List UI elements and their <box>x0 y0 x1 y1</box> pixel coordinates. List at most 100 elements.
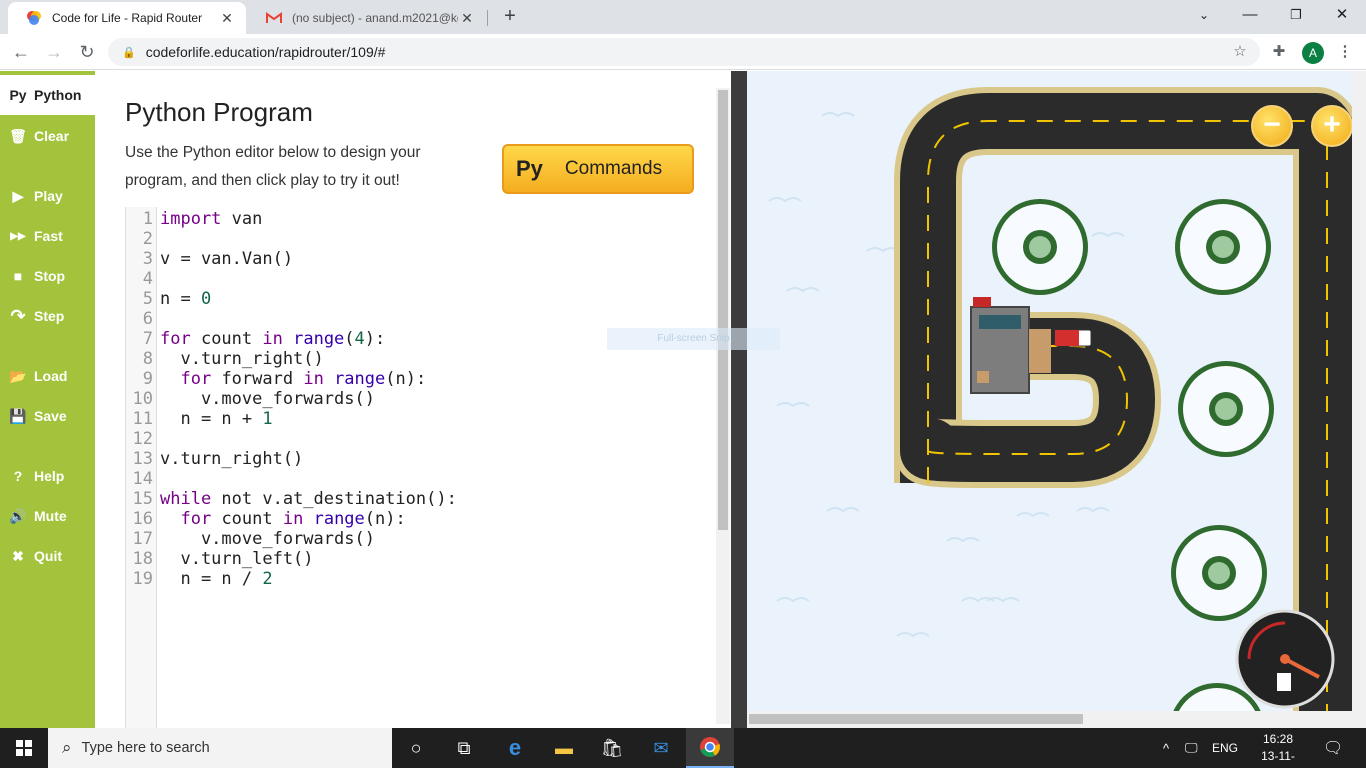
close-window-button[interactable]: ✕ <box>1319 0 1365 32</box>
stop-icon: ■ <box>13 268 23 284</box>
sidebar-item-python[interactable]: Py Python <box>0 75 95 115</box>
language-indicator[interactable]: ENG <box>1212 728 1238 768</box>
sidebar-item-label: Load <box>34 368 68 384</box>
bookmark-star-icon[interactable]: ☆ <box>1227 39 1253 65</box>
code-line: v.turn_right() <box>160 349 324 369</box>
tab-search-icon[interactable]: ⌄ <box>1181 0 1227 32</box>
tab-gmail[interactable]: (no subject) - anand.m2021@kgk ✕ <box>248 2 486 34</box>
sidebar-item-label: Mute <box>34 508 67 524</box>
search-placeholder: Type here to search <box>81 740 210 756</box>
line-number: 8 <box>142 349 153 369</box>
mail-icon[interactable]: ✉ <box>637 728 685 768</box>
windows-start-button[interactable] <box>0 728 48 768</box>
sidebar-item-label: Quit <box>34 548 62 564</box>
tab-title: (no subject) - anand.m2021@kgk <box>292 11 458 25</box>
step-icon: ↷ <box>10 305 26 326</box>
network-icon[interactable]: 🖵 <box>1185 728 1198 768</box>
close-tab-icon[interactable]: ✕ <box>458 10 476 27</box>
minimize-button[interactable]: — <box>1227 0 1273 32</box>
tray-chevron-icon[interactable]: ^ <box>1163 728 1169 768</box>
python-icon: Py <box>516 156 543 181</box>
new-tab-button[interactable]: + <box>498 5 522 29</box>
code-line: import van <box>160 209 263 229</box>
tab-title: Code for Life - Rapid Router <box>52 11 203 25</box>
address-bar[interactable]: 🔒 codeforlife.education/rapidrouter/109/… <box>108 38 1260 66</box>
sidebar-item-step[interactable]: ↷ Step <box>0 302 95 330</box>
reload-button[interactable]: ↻ <box>74 39 100 65</box>
fuel-gauge-icon <box>1235 609 1335 709</box>
cortana-icon[interactable]: ○ <box>392 728 440 768</box>
file-explorer-icon[interactable]: ▬ <box>540 728 588 768</box>
code-line: for forward in range(n): <box>180 369 427 389</box>
floppy-disk-icon: 💾 <box>9 407 27 424</box>
code-line: n = n / 2 <box>160 569 273 589</box>
forward-button[interactable]: → <box>41 39 67 65</box>
help-icon: ? <box>13 468 23 484</box>
python-commands-button[interactable]: Py Commands <box>502 144 694 194</box>
lock-icon: 🔒 <box>122 46 136 59</box>
close-tab-icon[interactable]: ✕ <box>218 10 236 27</box>
line-number: 5 <box>142 289 153 309</box>
sidebar-item-help[interactable]: ? Help <box>0 462 95 490</box>
browser-tab-strip: Code for Life - Rapid Router ✕ (no subje… <box>0 0 1366 34</box>
taskbar-search-box[interactable]: ⌕ Type here to search <box>48 728 392 768</box>
sidebar-item-fast[interactable]: ▶▶ Fast <box>0 222 95 250</box>
line-number: 1 <box>142 209 153 229</box>
code-line: v.turn_right() <box>160 449 304 469</box>
browser-toolbar: ← → ↻ 🔒 codeforlife.education/rapidroute… <box>0 34 1366 70</box>
extensions-puzzle-icon[interactable]: ✚ <box>1266 39 1292 65</box>
line-number: 17 <box>132 529 153 549</box>
clock-date: 13-11-2021 <box>1261 749 1295 768</box>
game-map[interactable]: − + <box>747 71 1352 711</box>
code-line: n = n + 1 <box>160 409 273 429</box>
sidebar-item-label: Save <box>34 408 67 424</box>
edge-browser-icon[interactable]: e <box>491 728 539 768</box>
line-number: 14 <box>132 469 153 489</box>
code-editor[interactable]: 1 2 3 4 5 6 7 8 9 10 11 12 13 14 15 16 17 18 19 import van… <box>125 207 705 728</box>
taskbar-clock[interactable]: 16:28 13-11-2021 <box>1248 731 1308 768</box>
code-line: v = van.Van() <box>160 249 294 269</box>
python-editor-panel: Python Program Use the Python editor bel… <box>95 71 731 728</box>
back-button[interactable]: ← <box>8 39 34 65</box>
sidebar-item-label: Clear <box>34 128 70 144</box>
sidebar-item-load[interactable]: 📂 Load <box>0 362 95 390</box>
sidebar-item-play[interactable]: ▶ Play <box>0 182 95 210</box>
sidebar-item-label: Help <box>34 468 65 484</box>
task-view-icon[interactable]: ⧉ <box>440 728 488 768</box>
profile-avatar[interactable]: A <box>1302 42 1324 64</box>
menu-kebab-icon[interactable]: ⋮ <box>1332 39 1358 65</box>
url-text: codeforlife.education/rapidrouter/109/# <box>145 44 386 60</box>
map-horizontal-scrollbar[interactable] <box>747 711 1352 728</box>
trash-icon: 🗑 <box>9 127 27 144</box>
sidebar-item-clear[interactable]: 🗑 Clear <box>0 122 95 150</box>
code-line: v.turn_left() <box>160 549 314 569</box>
sidebar-item-save[interactable]: 💾 Save <box>0 402 95 430</box>
map-vertical-scrollbar[interactable] <box>1352 71 1366 728</box>
line-number: 15 <box>132 489 153 509</box>
panel-divider[interactable] <box>731 71 747 728</box>
editor-scrollbar[interactable] <box>716 88 730 724</box>
map-canvas <box>768 87 1352 711</box>
gmail-icon <box>266 10 282 26</box>
chrome-icon[interactable] <box>686 728 734 768</box>
line-number: 11 <box>132 409 153 429</box>
notifications-icon[interactable]: 🗨 <box>1323 728 1343 768</box>
restore-button[interactable]: ❐ <box>1273 0 1319 32</box>
play-icon: ▶ <box>12 187 24 204</box>
zoom-out-button[interactable]: − <box>1251 105 1293 147</box>
line-number: 16 <box>132 509 153 529</box>
sidebar-item-quit[interactable]: ✖ Quit <box>0 542 95 570</box>
line-number: 9 <box>142 369 153 389</box>
store-icon[interactable]: 🛍 <box>588 728 636 768</box>
line-number: 10 <box>132 389 153 409</box>
zoom-in-button[interactable]: + <box>1311 105 1352 147</box>
scrollbar-thumb[interactable] <box>718 90 728 530</box>
tab-rapid-router[interactable]: Code for Life - Rapid Router ✕ <box>8 2 246 34</box>
tab-separator <box>487 10 488 26</box>
clock-time: 16:28 <box>1262 732 1294 746</box>
speaker-icon: 🔊 <box>9 507 27 524</box>
folder-icon: 📂 <box>9 367 27 384</box>
sidebar-item-mute[interactable]: 🔊 Mute <box>0 502 95 530</box>
scrollbar-thumb[interactable] <box>749 714 1083 724</box>
sidebar-item-stop[interactable]: ■ Stop <box>0 262 95 290</box>
